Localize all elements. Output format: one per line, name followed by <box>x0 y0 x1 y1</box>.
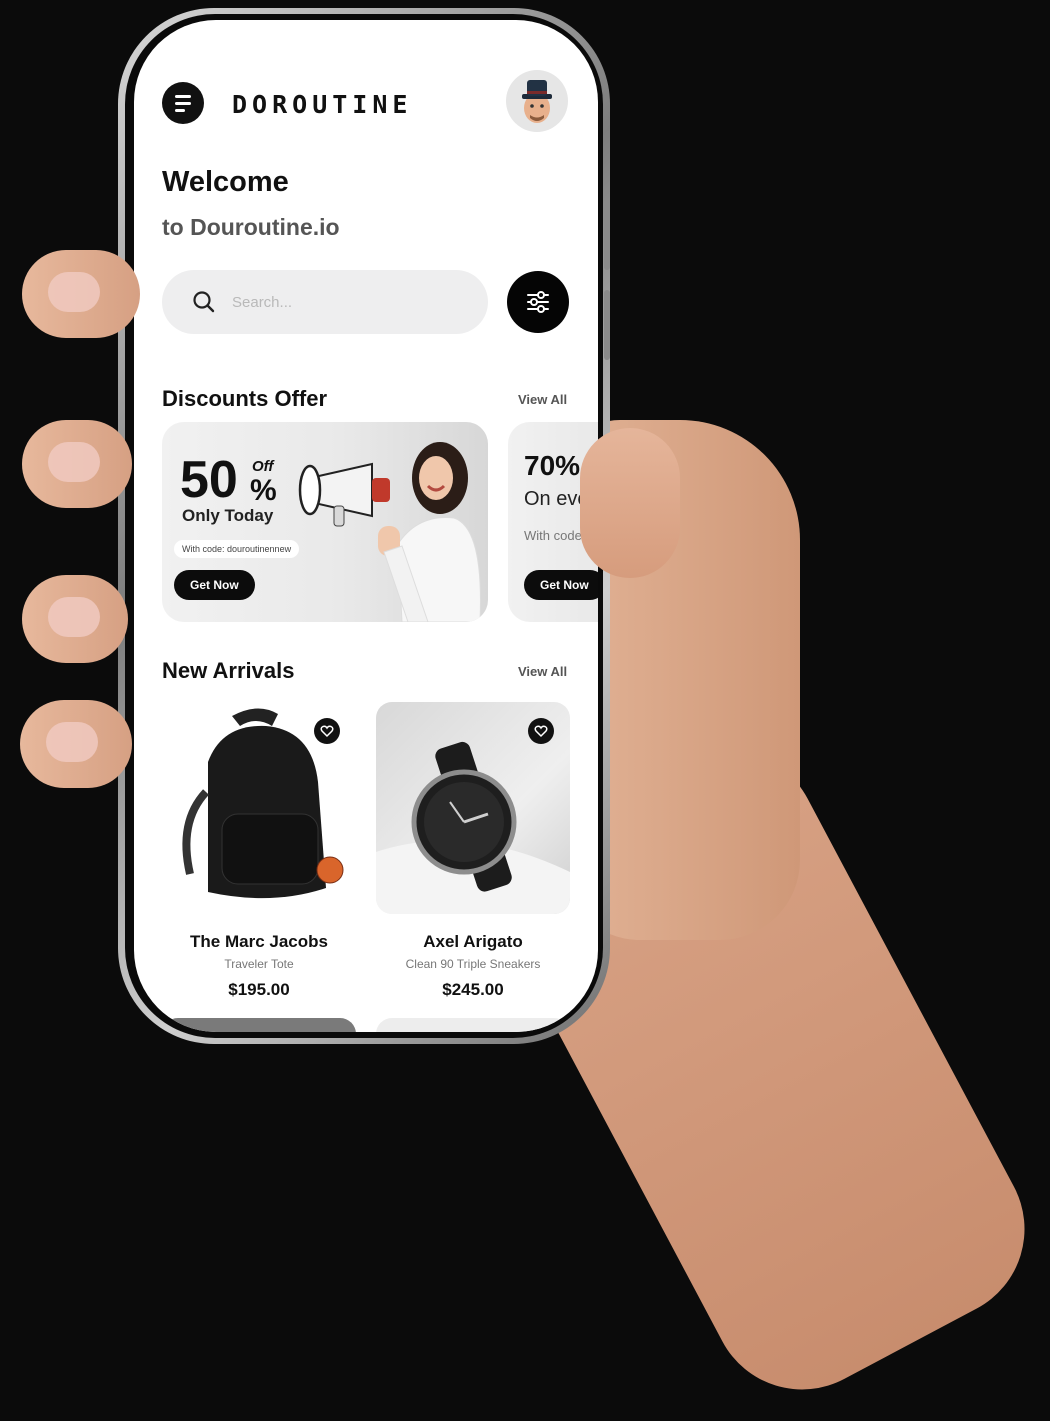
product-image-peek <box>162 1018 356 1032</box>
product-image[interactable] <box>376 702 570 914</box>
power-button <box>604 290 610 360</box>
welcome-subtitle: to Douroutine.io <box>162 214 340 240</box>
promo-tagline: Only Today <box>182 506 274 525</box>
get-now-button[interactable]: Get Now <box>524 570 598 600</box>
menu-icon-line <box>175 108 185 112</box>
discounts-view-all[interactable]: View All <box>518 392 567 407</box>
avatar-image <box>522 80 552 123</box>
promo-code: With code <box>524 528 582 543</box>
thumb <box>580 428 680 578</box>
heart-icon <box>320 725 334 738</box>
product-image-peek <box>376 1018 570 1032</box>
heart-icon <box>534 725 548 738</box>
menu-button[interactable] <box>162 82 204 124</box>
welcome-title: Welcome <box>162 166 289 198</box>
volume-button <box>604 200 610 270</box>
get-now-button[interactable]: Get Now <box>174 570 255 600</box>
model-photo <box>378 442 481 622</box>
finger <box>20 700 132 788</box>
favorite-button[interactable] <box>314 718 340 744</box>
promo-off-label: Off <box>252 458 274 475</box>
favorite-button[interactable] <box>528 718 554 744</box>
finger <box>22 250 140 338</box>
product-name: Axel Arigato <box>423 932 523 951</box>
discounts-title: Discounts Offer <box>162 386 328 411</box>
product-subtitle: Clean 90 Triple Sneakers <box>405 957 541 971</box>
search-icon <box>193 291 215 313</box>
arrivals-title: New Arrivals <box>162 658 295 683</box>
app-screen: DOROUTINE Welcome to Douroutine.io Disc <box>134 20 598 1032</box>
finger <box>22 420 132 508</box>
promo-percent-sign: % <box>250 474 277 507</box>
filter-icon <box>527 291 549 313</box>
product-price: $195.00 <box>228 980 290 999</box>
search-input[interactable] <box>230 292 454 312</box>
product-name: The Marc Jacobs <box>190 932 328 951</box>
promo-tagline: On eve <box>524 488 589 510</box>
menu-icon <box>175 94 191 98</box>
filter-button[interactable] <box>507 271 569 333</box>
promo-percent: 50 <box>180 451 238 509</box>
finger <box>22 575 128 663</box>
product-image[interactable] <box>162 702 356 914</box>
search-bar[interactable] <box>162 270 488 334</box>
promo-card[interactable]: 50 % Off Only Today With code: douroutin… <box>162 422 488 622</box>
menu-icon-line <box>175 101 191 105</box>
app-logo: DOROUTINE <box>232 90 413 119</box>
avatar[interactable] <box>506 70 568 132</box>
arrivals-view-all[interactable]: View All <box>518 664 567 679</box>
product-price: $245.00 <box>442 980 504 999</box>
promo-percent: 70% <box>524 450 581 481</box>
promo-code: With code: douroutinennew <box>174 540 300 558</box>
product-subtitle: Traveler Tote <box>224 957 294 971</box>
